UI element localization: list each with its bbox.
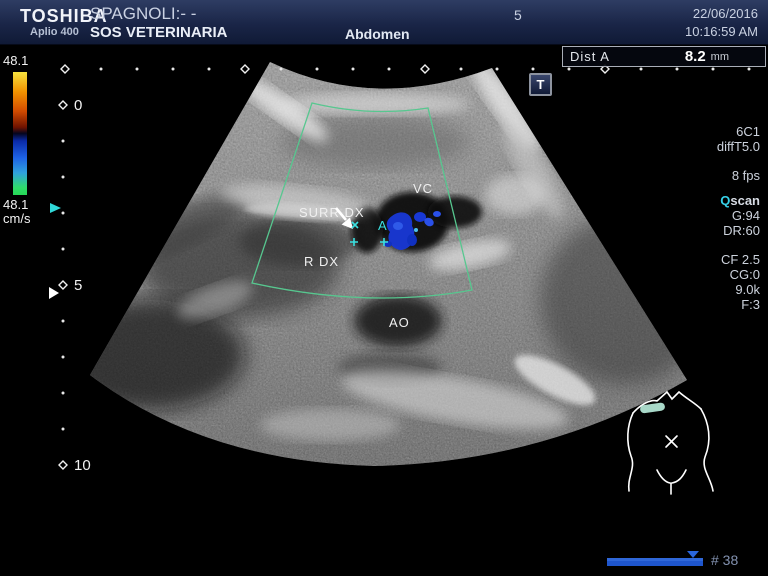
clinic-name: SOS VETERINARIA [90, 24, 228, 41]
annotation-surr-dx: SURR DX [299, 205, 365, 220]
param-probe: 6C1 [736, 124, 760, 139]
patient-id: SPAGNOLI:- - [90, 4, 197, 23]
measurement-label: Dist A [570, 49, 610, 64]
param-gain: G:94 [731, 208, 760, 223]
caliper-label-a: A [378, 218, 387, 233]
header-bar: TOSHIBA Aplio 400 SPAGNOLI:- - SOS VETER… [0, 0, 768, 45]
ultrasound-fan-image [90, 62, 687, 466]
scale-unit: cm/s [3, 211, 31, 226]
scale-top-value: 48.1 [3, 53, 29, 68]
cine-progress-bar [607, 551, 703, 566]
model-name: Aplio 400 [30, 26, 79, 38]
qscan-rest: scan [730, 193, 760, 208]
param-prf: 9.0k [735, 282, 760, 297]
measurement-value: 8.2 [684, 48, 706, 65]
color-box-depth-marker-icon [50, 203, 61, 213]
body-mark-icon [627, 390, 714, 495]
param-cf: CF 2.5 [720, 252, 760, 267]
depth-label-0: 0 [74, 97, 82, 114]
measurement-result-box: Dist A 8.2 mm [562, 46, 766, 67]
param-thermal: diffT5.0 [716, 139, 760, 154]
focus-marker-icon [49, 287, 59, 299]
scale-bottom-value: 48.1 [3, 197, 29, 212]
param-dynamic-range: DR:60 [723, 223, 760, 238]
annotation-vc: VC [413, 181, 433, 196]
t-annotation-button[interactable]: T [529, 73, 552, 96]
depth-label-10: 10 [74, 457, 91, 474]
param-qscan: Qscan [720, 193, 760, 208]
time-label: 10:16:59 AM [685, 24, 758, 39]
param-frame-rate: 8 fps [731, 168, 760, 183]
date-time: 22/06/2016 10:16:59 AM [685, 5, 758, 41]
color-doppler-scale-bar [13, 72, 27, 195]
frame-counter: # 38 [711, 552, 739, 568]
annotation-ao: AO [389, 315, 410, 330]
param-cg: CG:0 [729, 267, 760, 282]
image-number: 5 [514, 7, 522, 23]
ultrasound-display: VC SURR DX R DX AO A 0 5 10 [49, 62, 751, 566]
param-filter: F:3 [741, 297, 760, 312]
depth-ruler: 0 5 10 [49, 97, 91, 474]
exam-preset: Abdomen [345, 26, 410, 42]
depth-label-5: 5 [74, 277, 82, 294]
annotation-r-dx: R DX [304, 254, 339, 269]
cine-position-marker [687, 551, 699, 558]
date-label: 22/06/2016 [692, 6, 758, 21]
measurement-unit: mm [710, 50, 729, 63]
qscan-q: Q [720, 193, 731, 208]
